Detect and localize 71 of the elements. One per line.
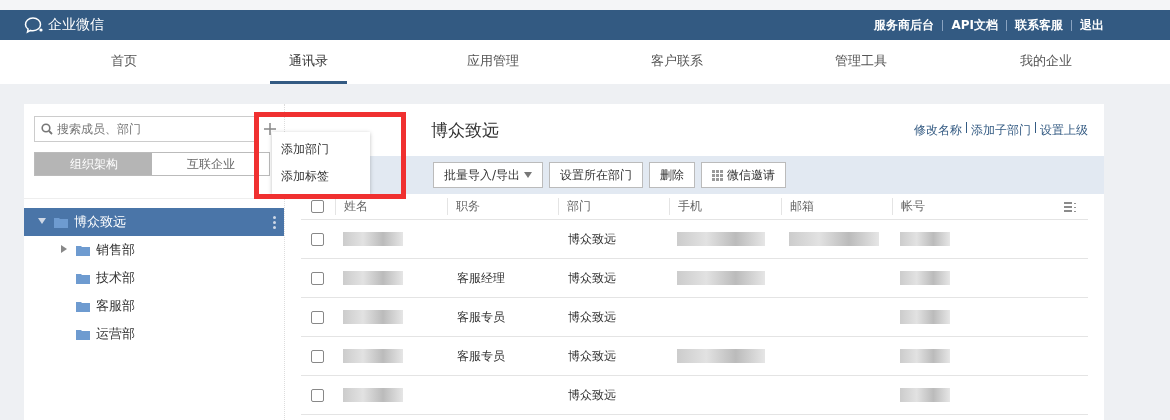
header-link[interactable]: 联系客服: [1015, 16, 1063, 34]
select-all-checkbox[interactable]: [311, 200, 324, 213]
folder-icon: [76, 244, 90, 256]
toolbar-button[interactable]: 批量导入/导出: [433, 162, 544, 188]
table-cell-text: 客服经理: [456, 269, 506, 287]
tree-item[interactable]: 运营部: [24, 320, 284, 348]
redacted-block: [900, 232, 950, 246]
table-cell-text: 博众致远: [567, 347, 617, 365]
nav-tab[interactable]: 通讯录: [270, 40, 347, 84]
column-header[interactable]: 手机: [669, 198, 781, 215]
header-link[interactable]: 服务商后台: [874, 16, 935, 34]
column-header[interactable]: 帐号: [892, 198, 1064, 215]
menu-item[interactable]: 添加标签: [272, 163, 370, 190]
search-field[interactable]: 搜索成员、部门: [34, 116, 256, 142]
grid-icon: [712, 169, 724, 181]
caret-right-icon[interactable]: [60, 245, 68, 253]
row-checkbox[interactable]: [311, 232, 324, 246]
tree-item[interactable]: 客服部: [24, 292, 284, 320]
folder-icon: [76, 300, 90, 312]
redacted-block: [343, 388, 403, 402]
redacted-block: [343, 349, 403, 363]
tree-item[interactable]: 博众致远: [24, 208, 284, 236]
column-header[interactable]: 邮箱: [781, 198, 892, 215]
redacted-block: [343, 310, 403, 324]
folder-icon: [54, 216, 68, 228]
chat-bubble-icon: [24, 16, 44, 34]
toolbar-button[interactable]: 设置所在部门: [549, 162, 644, 188]
table-cell-text: 博众致远: [567, 230, 617, 248]
more-icon[interactable]: [273, 215, 276, 229]
redacted-block: [343, 271, 403, 285]
nav-tab[interactable]: 客户联系: [639, 40, 716, 84]
nav-tab[interactable]: 管理工具: [823, 40, 900, 84]
caret-down-icon: [524, 172, 533, 178]
table-cell-text: 客服专员: [456, 347, 506, 365]
department-title: 博众致远: [431, 118, 499, 142]
nav-tab[interactable]: 首页: [86, 40, 163, 84]
app-logo: 企业微信: [48, 16, 104, 34]
column-header[interactable]: 职务: [447, 198, 558, 215]
nav-tab[interactable]: 我的企业: [1007, 40, 1084, 84]
menu-item[interactable]: 添加部门: [272, 136, 370, 163]
columns-menu-icon[interactable]: [1064, 201, 1077, 212]
header-link[interactable]: 退出: [1080, 16, 1104, 34]
table-cell-text: 客服专员: [456, 308, 506, 326]
row-checkbox[interactable]: [311, 388, 324, 402]
header-link[interactable]: API文档: [951, 16, 998, 34]
folder-icon: [76, 328, 90, 340]
column-header[interactable]: 部门: [558, 198, 669, 215]
redacted-block: [900, 310, 950, 324]
add-icon[interactable]: [264, 123, 276, 135]
nav-tab[interactable]: 应用管理: [454, 40, 531, 84]
toolbar-button[interactable]: 删除: [649, 162, 696, 188]
column-header[interactable]: 姓名: [335, 198, 447, 215]
search-icon: [41, 123, 53, 135]
row-checkbox[interactable]: [311, 271, 324, 285]
action-link[interactable]: 设置上级: [1040, 121, 1088, 139]
table-cell-text: 博众致远: [567, 269, 617, 287]
table-cell-text: 博众致远: [567, 386, 617, 404]
redacted-block: [900, 388, 950, 402]
tree-item[interactable]: 销售部: [24, 236, 284, 264]
action-link[interactable]: 添加子部门: [971, 121, 1031, 139]
redacted-block: [900, 271, 950, 285]
tree-item[interactable]: 技术部: [24, 264, 284, 292]
row-checkbox[interactable]: [311, 349, 324, 363]
table-cell-text: 博众致远: [567, 308, 617, 326]
folder-icon: [76, 272, 90, 284]
caret-down-icon[interactable]: [38, 217, 46, 225]
redacted-block: [900, 349, 950, 363]
action-link[interactable]: 修改名称: [914, 121, 962, 139]
row-checkbox[interactable]: [311, 310, 324, 324]
redacted-block: [343, 232, 403, 246]
toolbar-button[interactable]: 微信邀请: [701, 162, 787, 188]
